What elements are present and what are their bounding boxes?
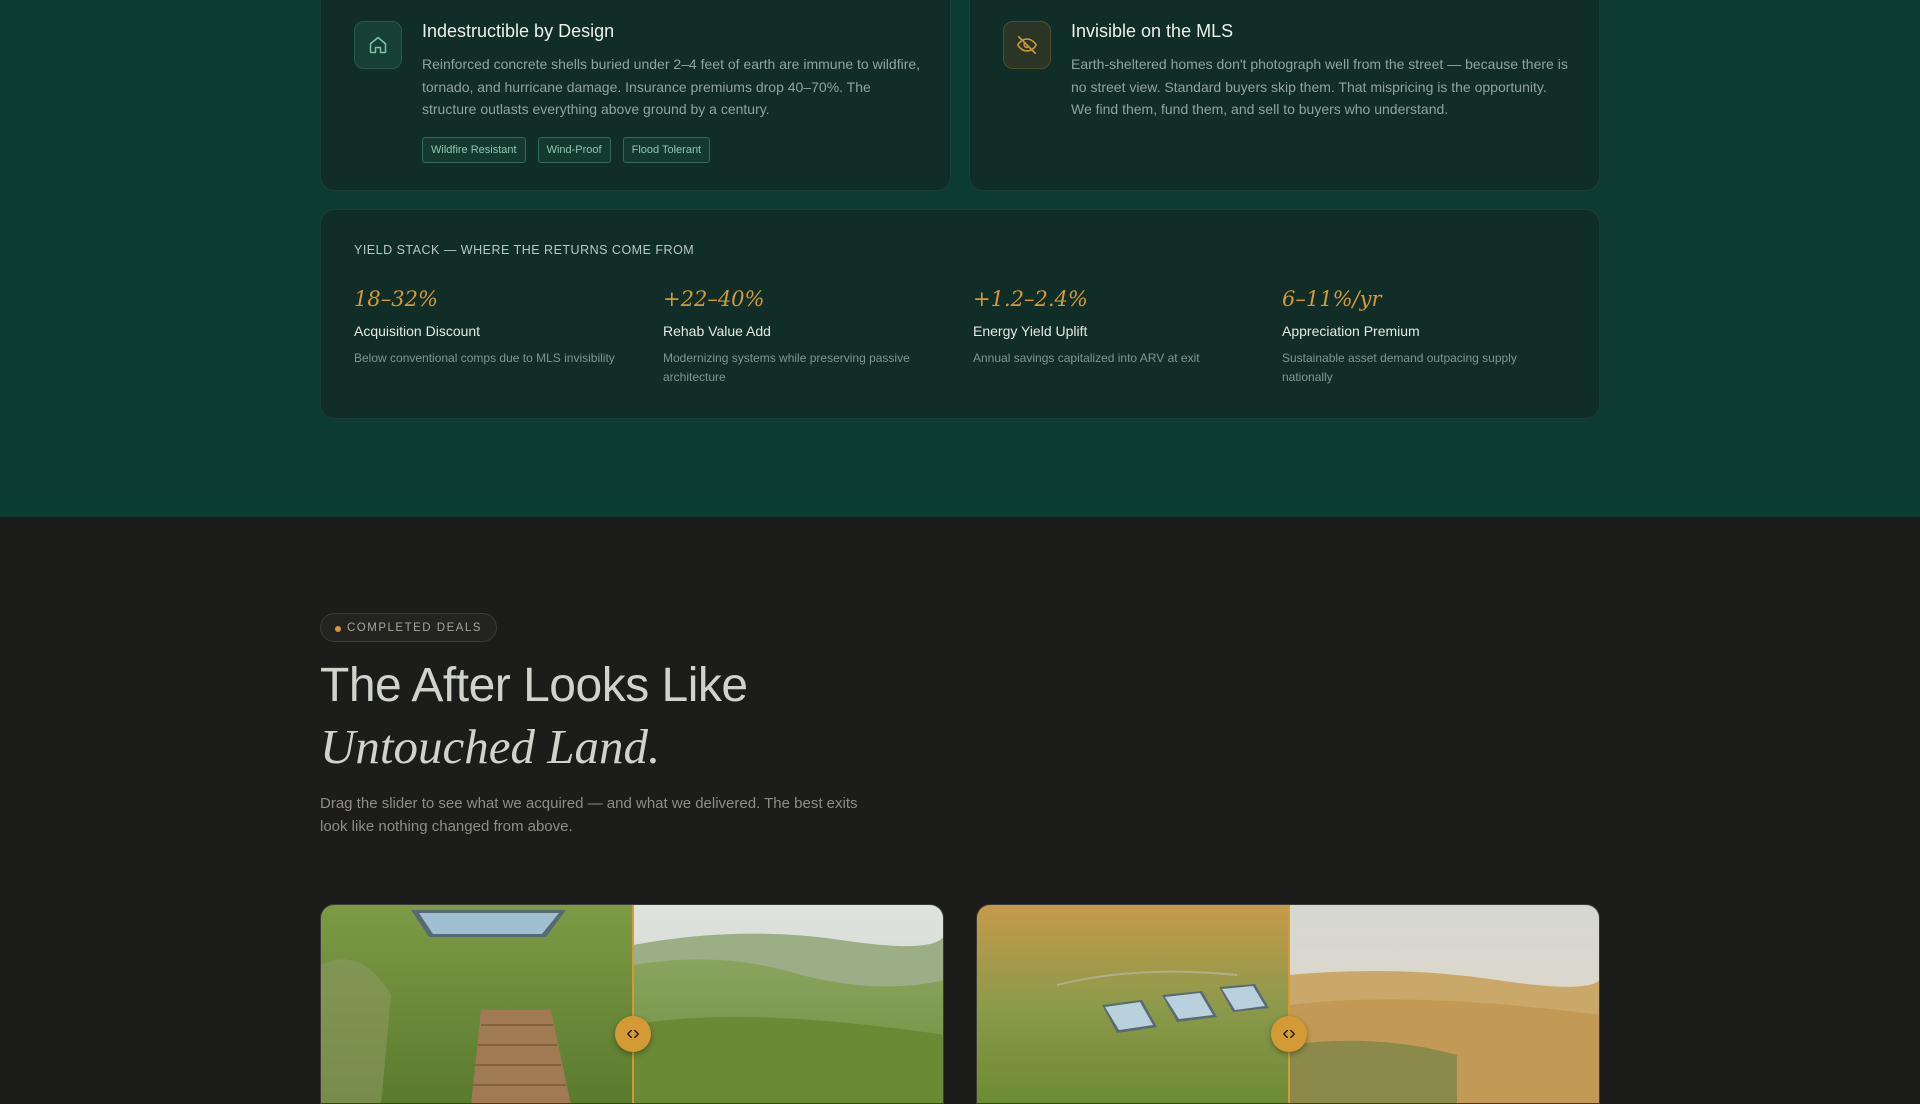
yield-item-acquisition: 18–32% Acquisition Discount Below conven… bbox=[354, 287, 634, 368]
yield-value: 18–32% bbox=[354, 287, 438, 311]
drag-arrows-icon[interactable] bbox=[615, 1016, 651, 1052]
tag-wind-proof: Wind-Proof bbox=[537, 137, 611, 163]
tag-flood-tolerant: Flood Tolerant bbox=[622, 137, 711, 163]
yield-sub: Annual savings capitalized into ARV at e… bbox=[973, 351, 1200, 365]
yield-label: Appreciation Premium bbox=[1282, 323, 1420, 339]
feature-description: Earth-sheltered homes don't photograph w… bbox=[1071, 56, 1568, 117]
yield-label: Energy Yield Uplift bbox=[973, 323, 1088, 339]
feature-title: Indestructible by Design bbox=[422, 21, 615, 41]
slider-divider bbox=[632, 905, 634, 1103]
yield-sub: Sustainable asset demand outpacing suppl… bbox=[1282, 351, 1517, 384]
yield-label: Acquisition Discount bbox=[354, 323, 481, 339]
yield-value: +1.2–2.4% bbox=[973, 287, 1088, 311]
deals-headline-italic: Untouched Land. bbox=[320, 719, 661, 774]
yield-value: +22–40% bbox=[663, 287, 765, 311]
deals-section bbox=[0, 517, 1920, 1080]
yield-item-appreciation: 6–11%/yr Appreciation Premium Sustainabl… bbox=[1282, 287, 1562, 387]
yield-item-energy: +1.2–2.4% Energy Yield Uplift Annual sav… bbox=[973, 287, 1253, 368]
features-section: Indestructible by Design Reinforced conc… bbox=[0, 0, 1920, 517]
yield-sub: Modernizing systems while preserving pas… bbox=[663, 351, 910, 384]
badge-label: COMPLETED DEALS bbox=[347, 621, 482, 634]
yield-label: Rehab Value Add bbox=[663, 323, 771, 339]
drag-arrows-icon[interactable] bbox=[1271, 1016, 1307, 1052]
eye-off-icon bbox=[1003, 21, 1051, 69]
completed-deals-badge: COMPLETED DEALS bbox=[320, 613, 497, 642]
home-icon bbox=[354, 21, 402, 69]
yield-item-rehab: +22–40% Rehab Value Add Modernizing syst… bbox=[663, 287, 943, 387]
feature-card-invisible: Invisible on the MLS Earth-sheltered hom… bbox=[969, 0, 1600, 191]
before-after-slider-1[interactable] bbox=[320, 904, 944, 1104]
yield-stack-card: YIELD STACK — WHERE THE RETURNS COME FRO… bbox=[320, 209, 1600, 419]
feature-tags: Wildfire Resistant Wind-Proof Flood Tole… bbox=[422, 137, 711, 163]
badge-dot-icon bbox=[335, 626, 341, 632]
deals-headline: The After Looks Like bbox=[320, 659, 748, 712]
before-after-slider-2[interactable] bbox=[976, 904, 1600, 1104]
deals-lede: Drag the slider to see what we acquired … bbox=[320, 795, 858, 835]
feature-card-indestructible: Indestructible by Design Reinforced conc… bbox=[320, 0, 951, 191]
yield-sub: Below conventional comps due to MLS invi… bbox=[354, 351, 615, 365]
feature-description: Reinforced concrete shells buried under … bbox=[422, 56, 921, 117]
yield-stack-heading: YIELD STACK — WHERE THE RETURNS COME FRO… bbox=[354, 243, 695, 257]
tag-wildfire-resistant: Wildfire Resistant bbox=[422, 137, 526, 163]
slider-divider bbox=[1288, 905, 1290, 1103]
feature-title: Invisible on the MLS bbox=[1071, 21, 1234, 41]
yield-value: 6–11%/yr bbox=[1282, 287, 1382, 311]
